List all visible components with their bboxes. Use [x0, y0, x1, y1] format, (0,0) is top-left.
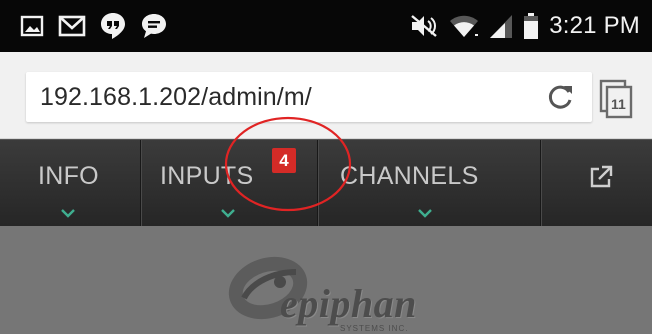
url-input[interactable]: 192.168.1.202/admin/m/	[26, 72, 592, 122]
url-text[interactable]: 192.168.1.202/admin/m/	[40, 83, 312, 112]
nav-item-info[interactable]: INFO	[0, 140, 140, 226]
tab-count: 11	[611, 96, 626, 112]
clock-time: 3:21 PM	[549, 12, 640, 39]
messages-icon	[140, 12, 168, 40]
gmail-icon	[58, 15, 86, 37]
signal-icon	[489, 13, 513, 39]
page-content: epiphan SYSTEMS INC.	[0, 226, 652, 334]
nav-divider	[540, 140, 541, 226]
wifi-icon	[449, 13, 479, 39]
notification-icons	[20, 12, 168, 40]
reload-icon[interactable]	[546, 82, 576, 112]
nfc-mute-icon	[409, 13, 439, 39]
status-bar: 3:21 PM	[0, 0, 652, 52]
battery-icon	[523, 12, 539, 40]
nav-bar: INFO INPUTS CHANNELS	[0, 139, 652, 227]
chevron-down-icon	[418, 196, 432, 225]
nav-item-label: INPUTS	[160, 162, 254, 190]
epiphan-logo: epiphan SYSTEMS INC.	[218, 242, 478, 334]
logo-subtitle: SYSTEMS INC.	[340, 324, 409, 333]
hangouts-icon	[100, 12, 126, 40]
external-link-icon[interactable]	[588, 164, 614, 190]
chevron-down-icon	[61, 196, 75, 225]
gallery-icon	[20, 15, 44, 37]
screenshot-frame: 3:21 PM 192.168.1.202/admin/m/ 11 INFO I…	[0, 0, 652, 334]
browser-toolbar: 192.168.1.202/admin/m/ 11	[0, 52, 652, 139]
logo-wordmark: epiphan	[280, 281, 417, 326]
inputs-count-badge: 4	[272, 148, 296, 173]
nav-item-label: CHANNELS	[340, 162, 479, 190]
system-tray: 3:21 PM	[409, 10, 640, 42]
nav-item-channels[interactable]: CHANNELS	[318, 140, 540, 226]
tab-switcher-button[interactable]: 11	[599, 79, 633, 119]
nav-item-label: INFO	[38, 162, 99, 190]
chevron-down-icon	[221, 196, 235, 225]
